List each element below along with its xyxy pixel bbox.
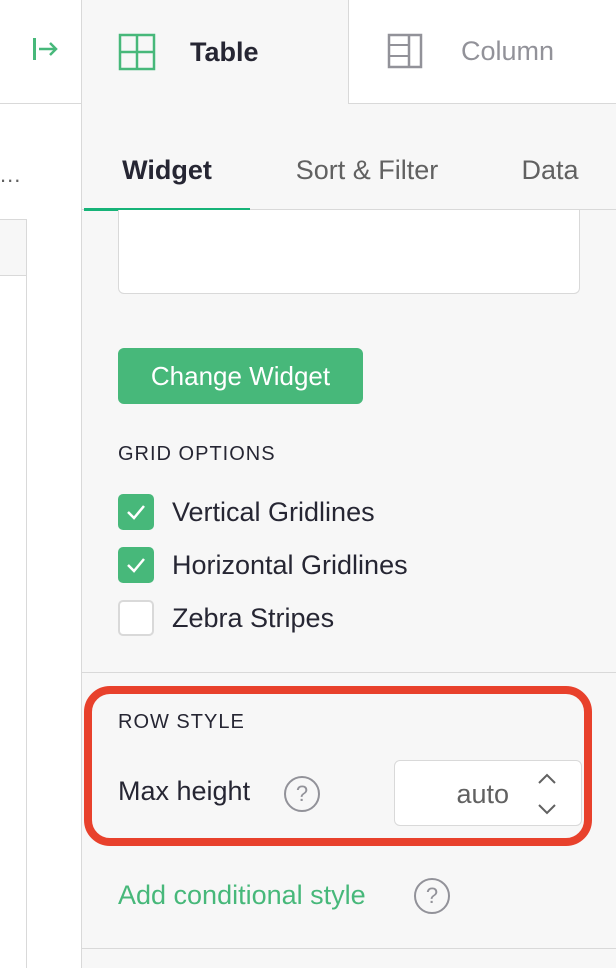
grid-frame [0,219,27,968]
left-pane: ... [0,0,82,968]
column-icon [387,33,425,71]
chevron-up-icon[interactable] [537,773,557,785]
top-tabs: Table Column [82,0,616,104]
row-style-heading: ROW STYLE [118,711,245,733]
bottom-divider [82,948,616,949]
horizontal-gridlines-toggle[interactable]: Horizontal Gridlines [118,547,408,583]
tab-column[interactable]: Column [348,0,616,104]
more-options-icon[interactable]: ... [0,164,20,190]
change-widget-button[interactable]: Change Widget [118,348,363,404]
zebra-stripes-toggle[interactable]: Zebra Stripes [118,600,334,636]
grid-header-cell [0,220,26,276]
tab-table-label: Table [190,36,259,67]
max-height-stepper[interactable]: auto [394,760,582,826]
vertical-gridlines-toggle[interactable]: Vertical Gridlines [118,494,375,530]
horizontal-gridlines-checkbox[interactable] [118,547,154,583]
max-height-help-icon[interactable]: ? [284,776,320,812]
horizontal-gridlines-label: Horizontal Gridlines [172,549,408,580]
zebra-stripes-label: Zebra Stripes [172,602,335,633]
add-conditional-style-link[interactable]: Add conditional style [118,880,366,911]
sub-tabs: Widget Sort & Filter Data [82,130,616,211]
conditional-style-help-icon[interactable]: ? [414,878,450,914]
tab-column-label: Column [461,36,555,66]
max-height-value: auto [456,779,509,809]
grid-options-heading: GRID OPTIONS [118,443,276,465]
tab-table[interactable]: Table [82,0,348,104]
vertical-gridlines-label: Vertical Gridlines [172,496,375,527]
right-panel: Table Column Widget Sort & Filter Data C… [82,0,616,968]
widget-description-box[interactable] [118,210,580,294]
collapse-panel-icon[interactable] [28,34,62,64]
vertical-gridlines-checkbox[interactable] [118,494,154,530]
tab-widget[interactable]: Widget [84,130,250,211]
chevron-down-icon[interactable] [537,803,557,815]
zebra-stripes-checkbox[interactable] [118,600,154,636]
stepper-arrows[interactable] [535,773,559,815]
tab-data[interactable]: Data [502,130,598,210]
checkmark-icon [127,558,145,573]
max-height-label: Max height [118,776,251,806]
table-icon [118,33,156,71]
left-top-bar [0,0,82,104]
checkmark-icon [127,505,145,520]
section-divider [82,672,616,673]
tab-sort-filter[interactable]: Sort & Filter [268,130,466,210]
